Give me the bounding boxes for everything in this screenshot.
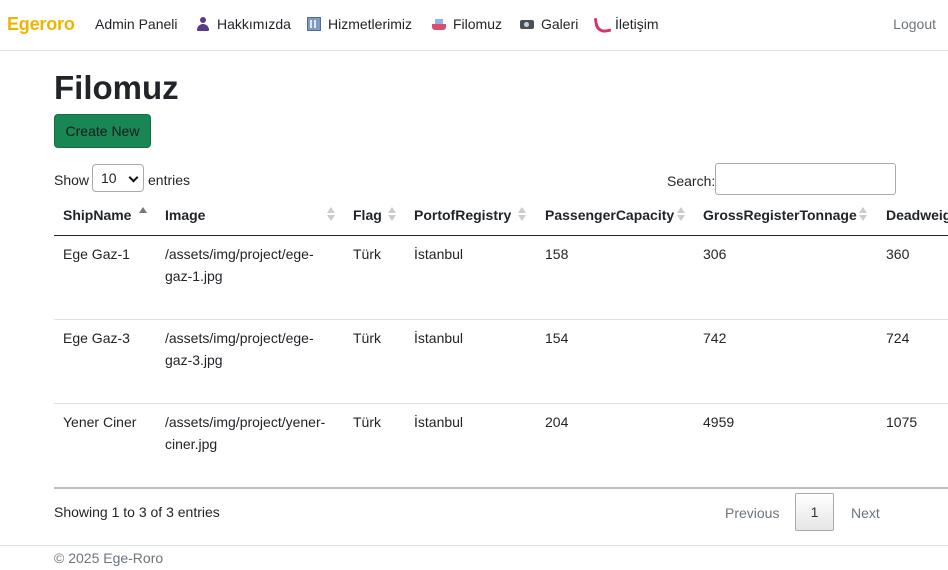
brand-logo[interactable]: Egeroro <box>7 14 75 35</box>
search-input[interactable] <box>715 163 896 195</box>
cell-flag: Türk <box>353 246 381 262</box>
page-title: Filomuz <box>54 69 179 106</box>
nav-item-admin-paneli[interactable]: Admin Paneli <box>95 16 178 32</box>
cell-flag: Türk <box>353 330 381 346</box>
column-header-passengercapacity[interactable]: PassengerCapacity <box>545 207 674 223</box>
cell-passenger-capacity: 204 <box>545 414 569 430</box>
nav-item-galeri[interactable]: Galeri <box>520 16 578 32</box>
cell-gross-tonnage: 4959 <box>703 414 735 430</box>
show-label: Show <box>54 172 90 188</box>
person-icon <box>196 17 210 31</box>
cell-image-line2: gaz-3.jpg <box>165 352 223 368</box>
cell-port: İstanbul <box>414 330 464 346</box>
nav-item-filomuz[interactable]: Filomuz <box>432 16 502 32</box>
sort-icon <box>677 207 685 221</box>
cell-shipname: Ege Gaz-3 <box>63 330 130 346</box>
sort-icon <box>388 207 396 221</box>
sort-icon <box>859 207 867 221</box>
cell-deadweight: 360 <box>886 246 910 262</box>
nav-item-label: Hizmetlerimiz <box>328 16 412 32</box>
nav-item-label: Hakkımızda <box>217 16 291 32</box>
cell-image-line1: /assets/img/project/ege- <box>165 246 314 262</box>
nav-item-hizmetlerimiz[interactable]: Hizmetlerimiz <box>307 16 412 32</box>
cell-image-line2: ciner.jpg <box>165 436 218 452</box>
entries-per-page-select[interactable]: 10 <box>92 164 144 192</box>
sort-asc-icon <box>139 207 147 221</box>
cell-flag: Türk <box>353 414 381 430</box>
nav-item-label: İletişim <box>615 16 659 32</box>
footer-copyright: © 2025 Ege-Roro <box>54 550 164 566</box>
building-icon <box>307 17 321 31</box>
create-new-button[interactable]: Create New <box>54 114 151 148</box>
cell-image-line1: /assets/img/project/yener- <box>165 414 326 430</box>
nav-item-label: Galeri <box>541 16 579 32</box>
logout-link[interactable]: Logout <box>893 16 936 32</box>
cell-port: İstanbul <box>414 414 464 430</box>
cell-deadweight: 724 <box>886 330 910 346</box>
column-header-flag[interactable]: Flag <box>353 207 382 223</box>
nav-item-label: Admin Paneli <box>95 16 178 32</box>
cell-gross-tonnage: 742 <box>703 330 727 346</box>
sort-icon <box>518 207 526 221</box>
table-bottom-divider <box>54 487 948 489</box>
row-divider <box>54 403 948 404</box>
pagination-next[interactable]: Next <box>851 505 880 521</box>
cell-image-line2: gaz-1.jpg <box>165 268 223 284</box>
column-header-shipname[interactable]: ShipName <box>63 207 131 223</box>
phone-icon <box>594 17 608 31</box>
cell-shipname: Ege Gaz-1 <box>63 246 130 262</box>
ship-icon <box>432 17 446 31</box>
column-header-deadweight[interactable]: Deadweig <box>886 207 948 223</box>
footer-divider <box>0 545 948 546</box>
pagination-page-1[interactable]: 1 <box>795 493 834 531</box>
cell-gross-tonnage: 306 <box>703 246 727 262</box>
column-header-grossregistertonnage[interactable]: GrossRegisterTonnage <box>703 207 857 223</box>
sort-icon <box>327 207 335 221</box>
table-header-divider <box>54 235 948 236</box>
cell-deadweight: 1075 <box>886 414 918 430</box>
cell-image-line1: /assets/img/project/ege- <box>165 330 314 346</box>
column-header-image[interactable]: Image <box>165 207 205 223</box>
cell-passenger-capacity: 158 <box>545 246 569 262</box>
chevron-down-icon <box>128 172 139 183</box>
cell-passenger-capacity: 154 <box>545 330 569 346</box>
row-divider <box>54 319 948 320</box>
column-header-portofregistry[interactable]: PortofRegistry <box>414 207 511 223</box>
table-info: Showing 1 to 3 of 3 entries <box>54 504 220 520</box>
cell-shipname: Yener Ciner <box>63 414 137 430</box>
entries-label: entries <box>148 172 191 188</box>
entries-select-value: 10 <box>101 170 117 186</box>
nav-item-hakkimizda[interactable]: Hakkımızda <box>196 16 291 32</box>
camera-icon <box>520 17 534 31</box>
cell-port: İstanbul <box>414 246 464 262</box>
nav-item-iletisim[interactable]: İletişim <box>594 16 659 32</box>
navbar: Egeroro Admin Paneli Hakkımızda Hizmetle… <box>0 0 948 51</box>
pagination-previous[interactable]: Previous <box>725 505 779 521</box>
nav-item-label: Filomuz <box>453 16 503 32</box>
search-label: Search: <box>667 173 716 189</box>
